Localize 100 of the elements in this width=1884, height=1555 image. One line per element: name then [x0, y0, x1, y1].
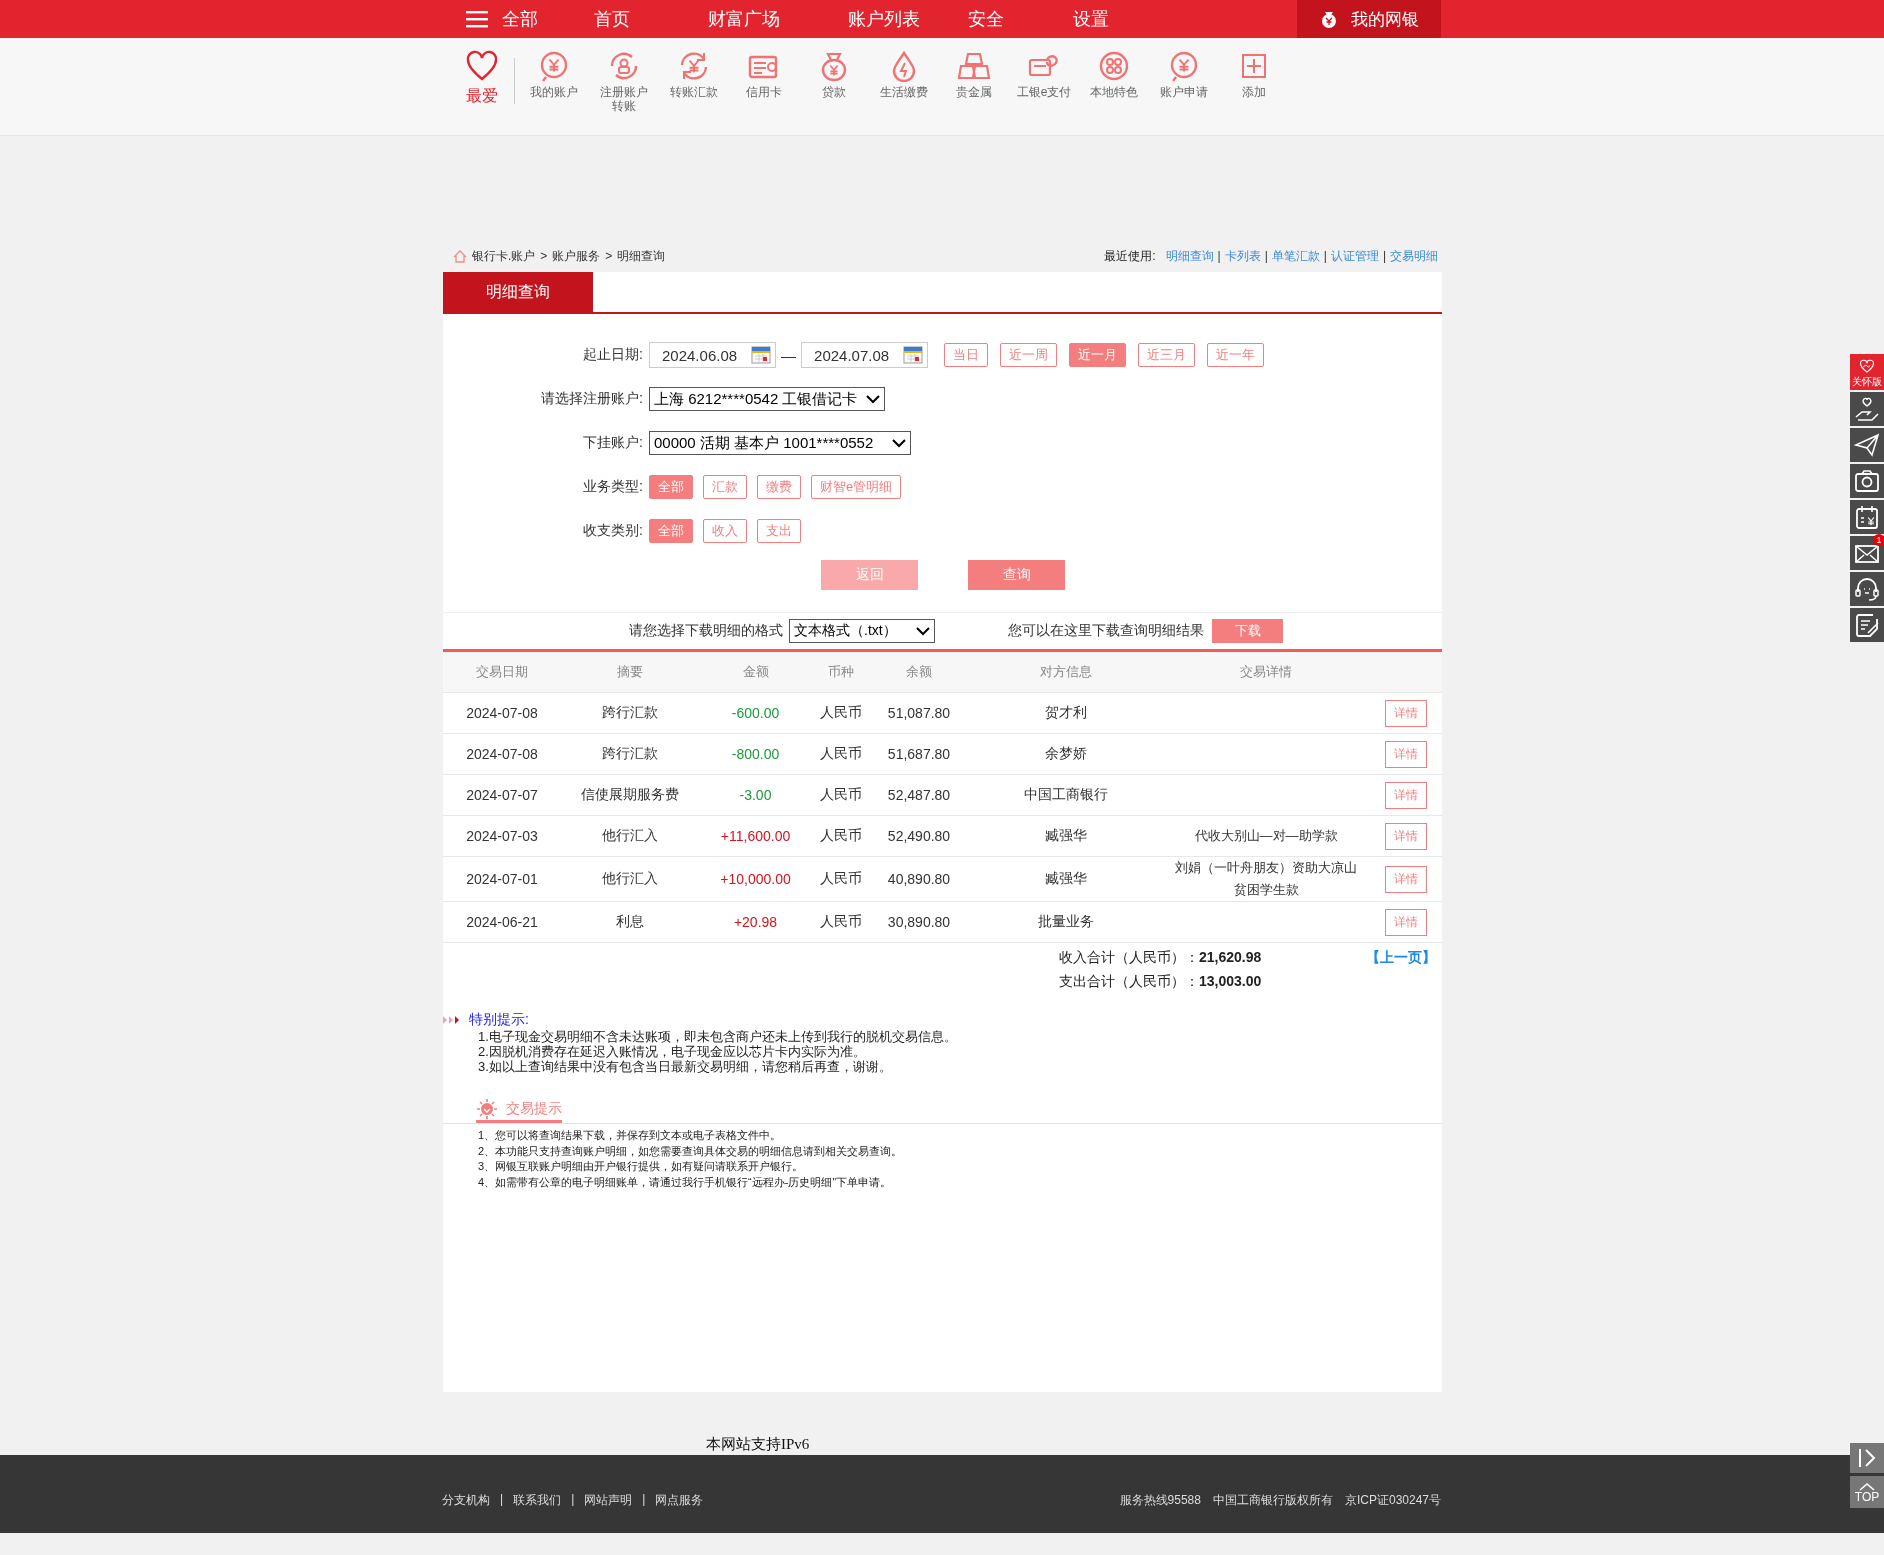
- care-mode-button[interactable]: 关怀版: [1850, 354, 1884, 390]
- filter-chip[interactable]: 财智e管明细: [811, 475, 902, 499]
- menu-label[interactable]: 全部: [502, 7, 538, 31]
- handshake-heart-icon: [1858, 357, 1876, 376]
- shortcut-label[interactable]: 添加: [1226, 85, 1282, 99]
- total-value: 13,003.00: [1199, 973, 1263, 991]
- details-button[interactable]: 详情: [1384, 865, 1427, 893]
- filter-chip[interactable]: 近一年: [1207, 343, 1265, 367]
- menu-shortcut[interactable]: 注册账户转账: [589, 50, 659, 113]
- menu-shortcut[interactable]: 贷款: [799, 50, 869, 99]
- recent-link[interactable]: 交易明细: [1390, 247, 1438, 265]
- shortcut-label[interactable]: 本地特色: [1086, 85, 1142, 99]
- menu-shortcut[interactable]: 本地特色: [1079, 50, 1149, 99]
- nav-link[interactable]: 设置: [1073, 7, 1109, 31]
- footer-link[interactable]: 分支机构: [442, 1491, 490, 1509]
- shortcut-label[interactable]: 贵金属: [946, 85, 1002, 99]
- shortcut-label[interactable]: 贷款: [806, 85, 862, 99]
- details-button[interactable]: 详情: [1384, 822, 1427, 850]
- details-button[interactable]: 详情: [1384, 781, 1427, 809]
- filter-chip[interactable]: 近三月: [1138, 343, 1196, 367]
- details-button[interactable]: 详情: [1384, 699, 1427, 727]
- select-field[interactable]: 上海 6212****0542 工银借记卡: [649, 387, 885, 411]
- ingots-icon: [957, 50, 991, 82]
- filter-chip[interactable]: 全部: [649, 475, 693, 499]
- shortcut-label[interactable]: 我的账户: [526, 85, 582, 99]
- details-button[interactable]: 详情: [1384, 908, 1427, 936]
- menu-shortcut[interactable]: 信用卡: [729, 50, 799, 99]
- toolbar-button[interactable]: [1850, 608, 1884, 642]
- nav-link[interactable]: 首页: [594, 7, 708, 31]
- filter-chip[interactable]: 汇款: [703, 475, 747, 499]
- filter-chip[interactable]: 收入: [703, 519, 747, 543]
- favorites-label[interactable]: 最爱: [454, 85, 510, 107]
- toolbar-button[interactable]: [1850, 572, 1884, 606]
- date-field[interactable]: 2024.07.08: [801, 342, 929, 368]
- query-button[interactable]: 查询: [968, 560, 1065, 590]
- collapse-button[interactable]: [1850, 1443, 1884, 1473]
- menu-button[interactable]: 全部: [466, 7, 594, 31]
- filter-chip[interactable]: 支出: [757, 519, 801, 543]
- shortcut-label[interactable]: 转账汇款: [666, 85, 722, 99]
- footer-link[interactable]: 网点服务: [655, 1491, 704, 1509]
- footer-link[interactable]: 网站声明: [584, 1491, 633, 1509]
- date-field[interactable]: 2024.06.08: [649, 342, 777, 368]
- tab[interactable]: 明细查询: [443, 272, 593, 312]
- toolbar-button[interactable]: [1850, 500, 1884, 534]
- my-bank-label[interactable]: 我的网银: [1351, 7, 1419, 31]
- filter-chip[interactable]: 缴费: [757, 475, 801, 499]
- care-mode-label[interactable]: 关怀版: [1852, 375, 1882, 387]
- shortcut-label[interactable]: 生活缴费: [876, 85, 932, 99]
- shortcut-label[interactable]: 注册账户转账: [596, 85, 652, 113]
- toolbar-button[interactable]: [1850, 464, 1884, 498]
- my-bank-button[interactable]: 我的网银: [1297, 0, 1441, 38]
- menu-shortcut[interactable]: 转账汇款: [659, 50, 729, 99]
- menu-shortcut[interactable]: 添加: [1219, 50, 1289, 99]
- table-cell-text: 人民币: [819, 744, 863, 763]
- toolbar-button[interactable]: [1850, 392, 1884, 426]
- nav-link[interactable]: 账户列表: [848, 7, 968, 31]
- menu-shortcut[interactable]: 工银e支付: [1009, 50, 1079, 99]
- download-button[interactable]: 下载: [1212, 619, 1283, 643]
- shortcut-label[interactable]: 信用卡: [736, 85, 792, 99]
- footer-link[interactable]: 联系我们: [513, 1491, 562, 1509]
- tip-text: 2、本功能只支持查询账户明细，如您需要查询具体交易的明细信息请到相关交易查询。: [477, 1143, 904, 1159]
- tip-text: 4、如需带有公章的电子明细账单，请通过我行手机银行“远程办-历史明细”下单申请。: [477, 1174, 893, 1190]
- calendar-yuan-icon: [1853, 503, 1881, 531]
- recent-link[interactable]: 单笔汇款: [1271, 247, 1320, 265]
- table-cell-text: 人民币: [819, 912, 863, 931]
- filter-chip[interactable]: 当日: [944, 343, 989, 367]
- table-cell-text: 余梦娇: [1044, 744, 1088, 763]
- column-header: 摘要: [615, 663, 644, 681]
- column-header: 交易详情: [1239, 663, 1293, 681]
- filter-chip[interactable]: 全部: [649, 519, 693, 543]
- filter-chip[interactable]: 近一周: [1000, 343, 1058, 367]
- tip-text: 1、您可以将查询结果下载，并保存到文本或电子表格文件中。: [477, 1128, 783, 1143]
- menu-shortcut[interactable]: 账户申请: [1149, 50, 1219, 99]
- nav-link[interactable]: 安全: [968, 7, 1073, 31]
- shortcut-label[interactable]: 工银e支付: [1016, 85, 1072, 99]
- calendar-icon: [751, 346, 772, 364]
- ipv6-note: 本网站支持IPv6: [706, 1435, 810, 1454]
- back-to-top-button[interactable]: TOP: [1850, 1476, 1884, 1508]
- breadcrumb-link[interactable]: 账户服务: [552, 247, 601, 265]
- shortcut-label[interactable]: 账户申请: [1156, 85, 1212, 99]
- previous-page-link[interactable]: 【上一页】: [1366, 949, 1436, 991]
- toolbar-button[interactable]: [1850, 428, 1884, 462]
- menu-shortcut[interactable]: 我的账户: [519, 50, 589, 99]
- nav-link[interactable]: 财富广场: [708, 7, 848, 31]
- breadcrumb-link[interactable]: 银行卡.账户: [472, 247, 536, 265]
- recent-link[interactable]: 卡列表: [1224, 247, 1261, 265]
- toolbar-button[interactable]: 1: [1850, 536, 1884, 570]
- table-cell-text: 52,487.80: [886, 786, 952, 805]
- select-field[interactable]: 文本格式（.txt）: [789, 619, 935, 643]
- filter-chip[interactable]: 近一月: [1069, 343, 1127, 367]
- recent-link[interactable]: 明细查询: [1165, 247, 1214, 265]
- menu-shortcut[interactable]: 生活缴费: [869, 50, 939, 99]
- menu-shortcut[interactable]: 贵金属: [939, 50, 1009, 99]
- tip-text: 1.电子现金交易明细不含未达账项，即未包含商户还未上传到我行的脱机交易信息。: [477, 1029, 958, 1044]
- select-field[interactable]: 00000 活期 基本户 1001****0552: [649, 431, 911, 455]
- breadcrumb-link[interactable]: 明细查询: [617, 247, 666, 265]
- details-button[interactable]: 详情: [1384, 740, 1427, 768]
- recent-link[interactable]: 认证管理: [1330, 247, 1379, 265]
- favorites-button[interactable]: 最爱: [450, 50, 514, 107]
- table-cell-text: 批量业务: [1037, 912, 1095, 931]
